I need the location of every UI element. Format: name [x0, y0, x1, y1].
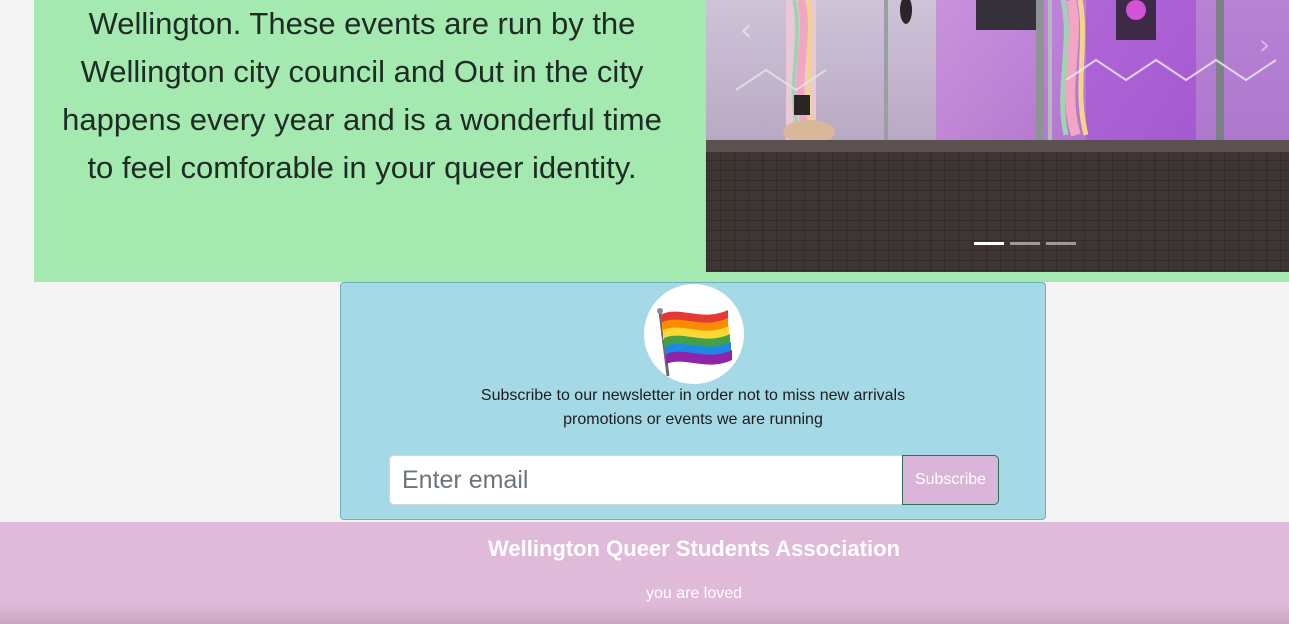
- footer: Wellington Queer Students Association yo…: [0, 522, 1289, 624]
- newsletter-box: Subscribe to our newsletter in order not…: [340, 282, 1046, 520]
- newsletter-description: Subscribe to our newsletter in order not…: [341, 384, 1045, 432]
- carousel-next-button[interactable]: ›: [1259, 30, 1283, 60]
- carousel-prev-button[interactable]: ‹: [740, 16, 770, 46]
- carousel-image: [706, 0, 1289, 272]
- chevron-left-icon: ‹: [740, 13, 752, 48]
- newsletter-text-line: promotions or events we are running: [563, 411, 823, 428]
- email-input[interactable]: [389, 455, 903, 505]
- hero-text-line: Wellington city council and Out in the c…: [80, 54, 644, 89]
- chevron-right-icon: ›: [1259, 28, 1271, 61]
- hero-text-line: Wellington. These events are run by the: [88, 6, 636, 41]
- carousel-indicator[interactable]: [974, 242, 1004, 245]
- footer-title: Wellington Queer Students Association: [488, 536, 900, 561]
- hero-section: Wellington. These events are run by the …: [34, 0, 1289, 282]
- footer-shadow: [0, 604, 1289, 624]
- subscribe-button[interactable]: Subscribe: [902, 455, 999, 505]
- hero-text-line: happens every year and is a wonderful ti…: [62, 102, 662, 137]
- hero-text-line: to feel comforable in your queer identit…: [87, 150, 637, 185]
- carousel-indicators: [974, 242, 1076, 245]
- hero-text: Wellington. These events are run by the …: [34, 0, 690, 192]
- rainbow-flag-icon: [644, 284, 744, 384]
- page: Wellington. These events are run by the …: [0, 0, 1289, 624]
- rainbow-flag-image: [657, 308, 732, 377]
- footer-tagline: you are loved: [645, 585, 743, 602]
- carousel-indicator[interactable]: [1010, 242, 1040, 245]
- carousel-indicator[interactable]: [1046, 242, 1076, 245]
- image-carousel[interactable]: ‹ ›: [706, 0, 1289, 272]
- newsletter-text-line: Subscribe to our newsletter in order not…: [480, 387, 906, 404]
